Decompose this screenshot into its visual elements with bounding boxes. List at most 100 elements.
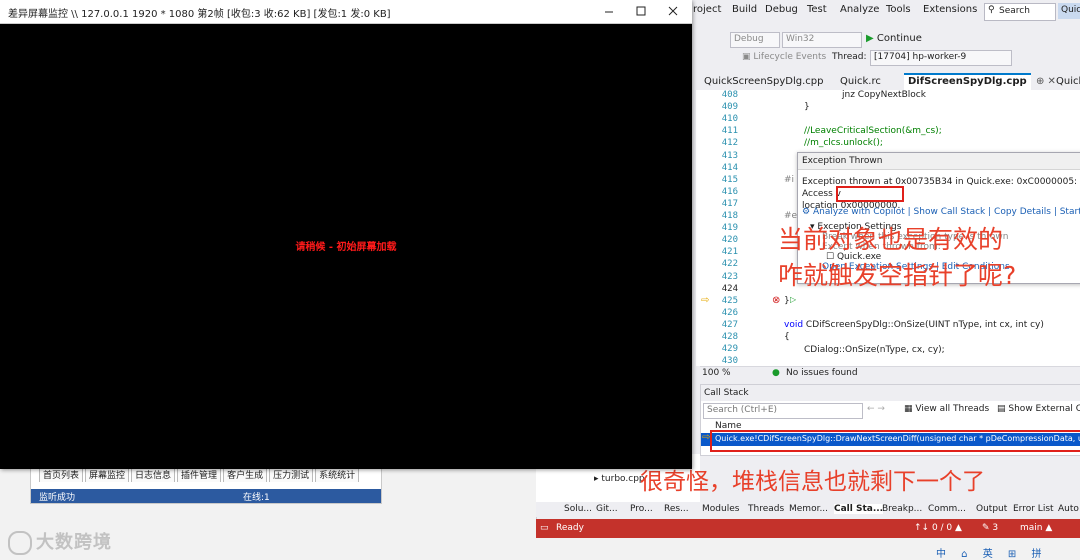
code-line-411: //LeaveCriticalSection(&m_cs); — [804, 126, 942, 136]
tab-solution[interactable]: Solu... — [564, 504, 592, 514]
frame-highlight-box — [710, 430, 1080, 452]
code-line-428: { — [784, 332, 790, 342]
line-number: 426 — [721, 307, 738, 318]
line-number: 428 — [721, 332, 738, 342]
continue-label: Continue — [876, 33, 922, 44]
search-icon: ⚲ — [988, 5, 995, 15]
copy-details-link[interactable]: Copy Details — [994, 207, 1051, 217]
thread-combo[interactable]: [17704] hp-worker-9 — [870, 50, 1012, 66]
show-call-stack-link[interactable]: Show Call Stack — [914, 207, 986, 217]
start-live-link[interactable]: Start Live — [1060, 207, 1080, 217]
line-number: 429 — [721, 344, 738, 355]
call-stack-title: Call Stack — [704, 388, 749, 398]
tab-properties[interactable]: Pro... — [630, 504, 653, 514]
menu-analyze[interactable]: Analyze — [840, 4, 879, 15]
line-number: 422 — [721, 259, 738, 270]
tab-error-list[interactable]: Error List — [1013, 504, 1054, 514]
tree-item-label: turbo.cpp — [601, 474, 645, 484]
close-icon[interactable] — [666, 4, 680, 18]
ready-icon: ▭ — [540, 523, 549, 533]
tab-quick-rc[interactable]: Quick.rc — [836, 75, 885, 88]
line-number: 424 — [721, 283, 738, 294]
line-number: 413 — [721, 150, 738, 161]
thread-value: [17704] hp-worker-9 — [874, 52, 967, 62]
tab-resources[interactable]: Res... — [664, 504, 689, 514]
zoom-level[interactable]: 100 % — [702, 368, 731, 378]
online-count: 在线:1 — [243, 493, 270, 503]
monitor-title-bar[interactable]: 差异屏幕监控 \\ 127.0.0.1 1920 * 1080 第2帧 [收包:… — [0, 0, 692, 24]
thread-label: Thread: — [832, 52, 867, 62]
tab-quickscreenspydlg-cpp[interactable]: QuickScreenSpyDlg.cpp — [700, 75, 827, 88]
line-number: 409 — [721, 102, 738, 113]
menu-project[interactable]: roject — [693, 4, 721, 15]
lifecycle-label: Lifecycle Events — [753, 52, 827, 62]
play-icon: ▶ — [866, 33, 874, 44]
tab-modules[interactable]: Modules — [702, 504, 739, 514]
watermark-logo-icon — [8, 531, 32, 555]
nav-arrows-icon[interactable]: ← → — [867, 404, 885, 414]
vs-status-bar: ▭ Ready ↑↓ 0 / 0 ▲ ✎ 3 main ▲ — [536, 519, 1080, 538]
annotation-line-1: 当前对象也是有效的 — [778, 225, 1004, 254]
code-line-427-rest: CDifScreenSpyDlg::OnSize(UINT nType, int… — [803, 320, 1044, 330]
tab-breakpoints[interactable]: Breakp... — [882, 504, 922, 514]
vs-search-box[interactable]: ⚲ Search — [984, 3, 1056, 21]
call-stack-search-placeholder: Search (Ctrl+E) — [707, 405, 778, 415]
tab-memory[interactable]: Memor... — [789, 504, 828, 514]
menu-tools[interactable]: Tools — [886, 4, 911, 15]
tab-output[interactable]: Output — [976, 504, 1007, 514]
menu-debug[interactable]: Debug — [765, 4, 798, 15]
branch-name[interactable]: main ▲ — [1020, 523, 1052, 533]
annotation-line-2: 咋就触发空指针了呢? — [778, 261, 1017, 290]
code-line-429: CDialog::OnSize(nType, cx, cy); — [804, 345, 945, 355]
lifecycle-icon: ▣ — [742, 52, 751, 62]
tab-command[interactable]: Comm... — [928, 504, 966, 514]
background-app-status-bar: 监听成功 在线:1 — [31, 489, 381, 503]
taskbar-tray[interactable]: 中 ⌂ 英 ⊞ 拼 — [936, 545, 1080, 560]
code-line-415: #i — [784, 175, 795, 185]
menu-build[interactable]: Build — [732, 4, 757, 15]
minimize-icon[interactable] — [602, 4, 616, 18]
line-number: 427 — [721, 319, 738, 330]
line-number: 430 — [721, 356, 738, 367]
monitor-title: 差异屏幕监控 \\ 127.0.0.1 1920 * 1080 第2帧 [收包:… — [8, 9, 391, 20]
tree-item-turbo[interactable]: ▸ turbo.cpp — [594, 474, 645, 484]
analyze-copilot-link[interactable]: Analyze with Copilot — [813, 207, 905, 217]
lifecycle-events-button[interactable]: ▣ Lifecycle Events — [742, 52, 826, 62]
line-number: 410 — [721, 114, 738, 125]
show-external-button[interactable]: ▤ Show External C — [997, 404, 1080, 414]
maximize-icon[interactable] — [634, 4, 648, 18]
line-number: 412 — [721, 138, 738, 149]
tab-threads[interactable]: Threads — [748, 504, 784, 514]
tab-autos[interactable]: Auto — [1058, 504, 1079, 514]
quick-button[interactable]: Quic — [1058, 3, 1080, 19]
show-external-label: Show External C — [1008, 404, 1080, 414]
platform-value: Win32 — [786, 34, 815, 44]
tab-git[interactable]: Git... — [596, 504, 618, 514]
code-line-412: //m_clcs.unlock(); — [804, 138, 883, 148]
edits-count[interactable]: ✎ 3 — [982, 523, 998, 533]
code-line-425: } — [784, 296, 790, 306]
line-number: 415 — [721, 174, 738, 185]
line-number: 414 — [721, 162, 738, 173]
issues-text[interactable]: No issues found — [786, 368, 858, 378]
continue-button[interactable]: ▶ Continue — [866, 33, 922, 44]
tab-quickscre[interactable]: QuickScre — [1052, 75, 1080, 88]
search-label: Search — [999, 6, 1030, 16]
code-keyword-void: void — [784, 320, 804, 330]
tab-call-stack[interactable]: Call Sta... — [834, 504, 884, 514]
menu-extensions[interactable]: Extensions — [923, 4, 977, 15]
menu-test[interactable]: Test — [807, 4, 827, 15]
listen-status: 监听成功 — [39, 493, 76, 503]
view-all-threads-button[interactable]: ▦ View all Threads — [904, 404, 989, 414]
ready-text: Ready — [556, 523, 584, 533]
line-number: 420 — [721, 235, 738, 246]
sync-status[interactable]: ↑↓ 0 / 0 ▲ — [914, 523, 962, 533]
config-combo[interactable]: Debug — [730, 32, 780, 48]
line-number: 417 — [721, 198, 738, 209]
quick-button-label: Quic — [1061, 5, 1080, 15]
code-line-418: #e — [784, 211, 798, 221]
threads-icon: ▦ — [904, 404, 913, 414]
run-to-here-icon: ▷ — [790, 295, 797, 304]
call-stack-search[interactable]: Search (Ctrl+E) — [703, 403, 863, 419]
platform-combo[interactable]: Win32 — [782, 32, 862, 48]
